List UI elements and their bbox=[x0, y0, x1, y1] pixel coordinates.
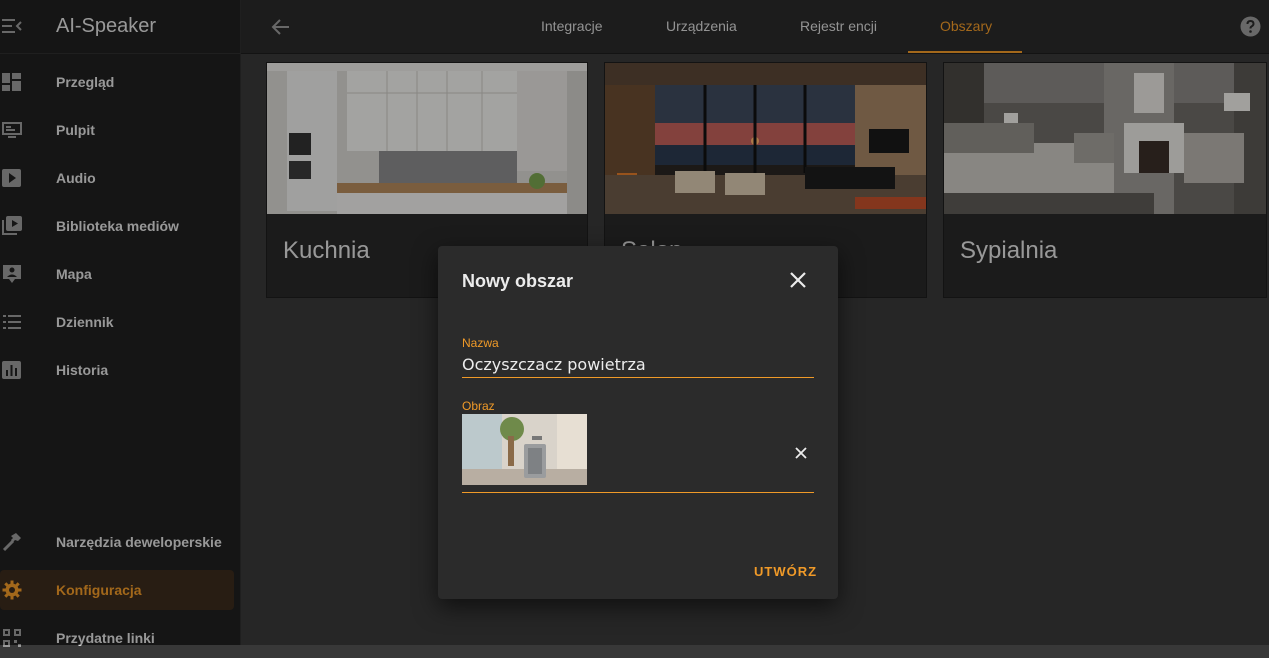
new-area-dialog: Nowy obszar Nazwa Oczyszczacz powietrza … bbox=[438, 246, 838, 599]
close-icon[interactable] bbox=[788, 270, 808, 290]
image-field-label: Obraz bbox=[462, 399, 495, 413]
name-field[interactable]: Oczyszczacz powietrza bbox=[462, 355, 646, 374]
name-field-underline bbox=[462, 377, 814, 378]
create-button[interactable]: UTWÓRZ bbox=[754, 564, 817, 579]
image-thumbnail[interactable] bbox=[462, 414, 587, 485]
name-field-label: Nazwa bbox=[462, 336, 499, 350]
image-field-underline bbox=[462, 492, 814, 493]
dialog-title: Nowy obszar bbox=[462, 271, 574, 291]
clear-image-icon[interactable] bbox=[794, 446, 808, 460]
